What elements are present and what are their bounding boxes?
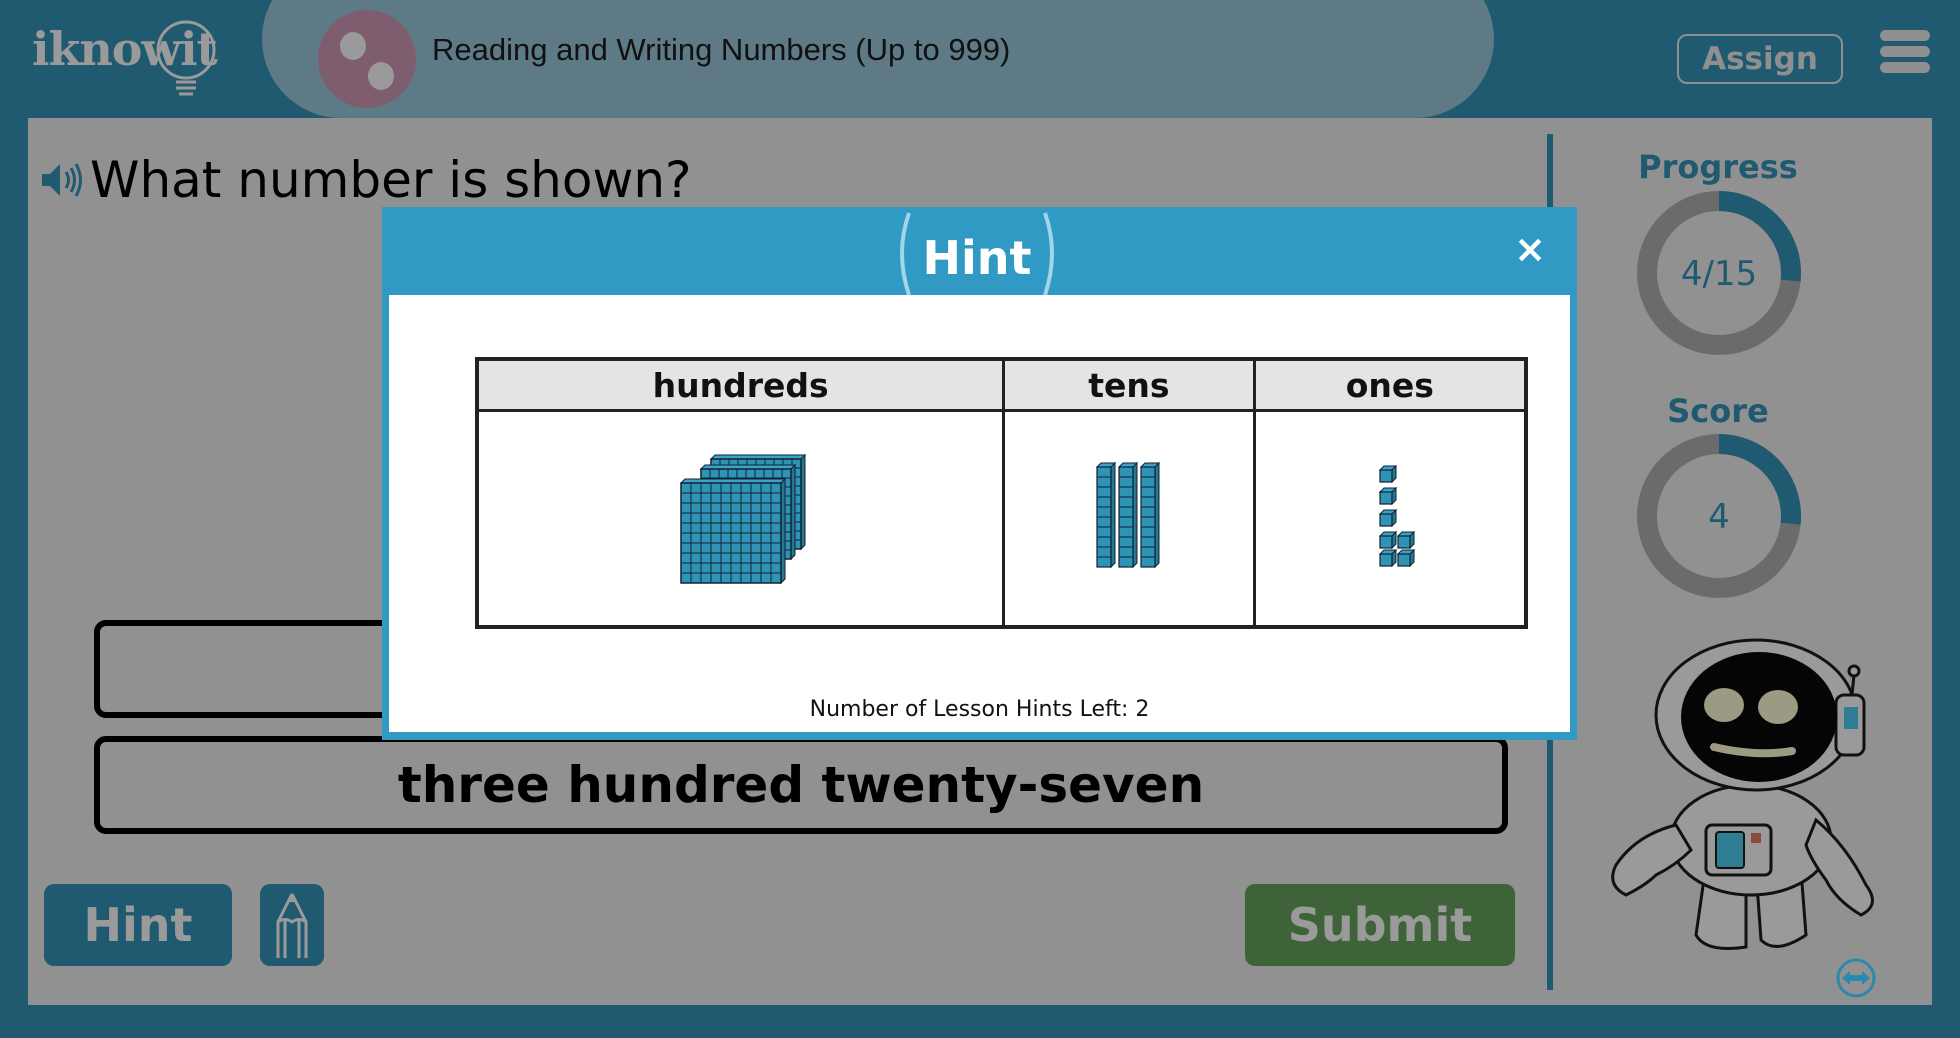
lesson-title: Reading and Writing Numbers (Up to 999) [432, 32, 1011, 67]
speaker-icon[interactable] [40, 160, 86, 200]
ones-cell [1252, 409, 1528, 629]
hints-left-text: Number of Lesson Hints Left: 2 [809, 697, 1150, 722]
question-text: What number is shown? [90, 151, 692, 209]
submit-button[interactable]: Submit [1245, 884, 1515, 966]
one-cube [1396, 548, 1416, 567]
lesson-dots-icon [318, 10, 416, 108]
assign-button[interactable]: Assign [1677, 34, 1843, 84]
one-cube [1378, 464, 1398, 483]
answer-option-text: three hundred twenty-seven [397, 756, 1205, 814]
hint-button[interactable]: Hint [44, 884, 232, 966]
tens-cell [1002, 409, 1256, 629]
ones-cubes [1378, 464, 1416, 567]
header-tens: tens [1002, 357, 1256, 412]
modal-title-badge: Hint [887, 211, 1067, 295]
hundreds-blocks [679, 453, 806, 584]
hamburger-menu-icon[interactable] [1880, 30, 1930, 74]
hint-modal: Hint × hundreds tens ones Number of Less… [382, 207, 1577, 740]
progress-label: Progress [1638, 148, 1798, 186]
hundreds-cell [475, 409, 1006, 629]
place-value-table: hundreds tens ones [475, 357, 1528, 629]
one-cube [1378, 508, 1398, 527]
header-hundreds: hundreds [475, 357, 1006, 412]
one-cube [1378, 530, 1398, 549]
ten-rod [1139, 461, 1161, 568]
ten-rod [1095, 461, 1117, 568]
close-icon[interactable]: × [1512, 230, 1548, 268]
answer-option[interactable]: three hundred twenty-seven [94, 736, 1508, 834]
score-label: Score [1667, 392, 1769, 430]
modal-header: Hint × [382, 207, 1577, 295]
pencil-icon [276, 893, 308, 958]
modal-body: hundreds tens ones Number of Lesson Hint… [389, 295, 1570, 732]
question: What number is shown? [40, 150, 692, 210]
one-cube [1378, 486, 1398, 505]
one-cube [1396, 530, 1416, 549]
header-ones: ones [1252, 357, 1528, 412]
scratchpad-button[interactable] [260, 884, 324, 966]
swap-arrows-icon[interactable] [1835, 957, 1877, 999]
hundred-flat [679, 477, 786, 584]
progress-value: 4/15 [1680, 254, 1758, 294]
astronaut-mascot [1611, 638, 1874, 950]
ten-rod [1117, 461, 1139, 568]
modal-title: Hint [922, 231, 1032, 285]
top-bar: iknowit Reading and Writing Numbers (Up … [0, 0, 1960, 118]
lightbulb-icon [156, 20, 216, 96]
iknowit-logo[interactable]: iknowit [32, 20, 232, 100]
tens-rods [1095, 461, 1161, 568]
one-cube [1378, 548, 1398, 567]
score-value: 4 [1708, 497, 1730, 537]
